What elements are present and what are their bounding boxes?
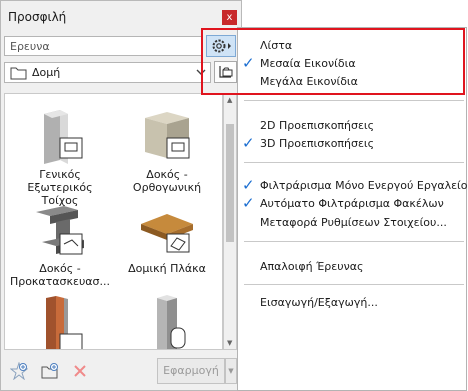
favorite-item[interactable]: Δοκός - Ορθογωνική xyxy=(112,108,222,194)
wall-thumbnail xyxy=(30,294,90,349)
folder-icon xyxy=(10,67,27,80)
favorite-caption: Ορθογωνική xyxy=(132,181,202,194)
options-gear-button[interactable] xyxy=(206,35,236,57)
favorite-item[interactable] xyxy=(112,294,222,349)
favorite-caption: Δομική Πλάκα xyxy=(128,262,206,275)
menu-divider xyxy=(244,241,464,242)
checkmark-icon: ✓ xyxy=(242,134,255,152)
beam-thumbnail xyxy=(137,108,197,166)
palette-titlebar[interactable]: Προσφιλή x xyxy=(1,1,241,31)
menu-divider xyxy=(244,100,464,101)
close-button[interactable]: x xyxy=(222,10,237,25)
checkmark-icon: ✓ xyxy=(242,194,255,212)
folder-tree-button[interactable] xyxy=(214,61,237,83)
search-placeholder: Ερευνα xyxy=(10,40,50,53)
scrollbar-thumb[interactable] xyxy=(226,124,234,242)
favorite-caption: Γενικός Εξωτερικός xyxy=(27,168,93,194)
slab-thumbnail xyxy=(137,202,197,260)
menu-item-large-icons[interactable]: Μεγάλα Εικονίδια xyxy=(260,75,358,88)
favorite-caption: Προκατασκευασ... xyxy=(9,275,111,288)
favorite-caption: Δοκός - xyxy=(146,168,188,181)
new-folder-icon[interactable] xyxy=(41,362,59,380)
favorite-item[interactable]: Δοκός - Προκατασκευασ... xyxy=(5,202,115,288)
favorites-grid: Γενικός Εξωτερικός Τοίχος Δοκός - Ορθογω… xyxy=(4,93,223,350)
precast-beam-thumbnail xyxy=(30,202,90,260)
favorites-palette: Προσφιλή x Ερευνα Δομή Γενικός Εξωτερικό… xyxy=(0,0,242,391)
menu-item-3d-previews[interactable]: 3D Προεπισκοπήσεις xyxy=(260,137,374,150)
search-field[interactable]: Ερευνα xyxy=(4,36,203,56)
menu-item-medium-icons[interactable]: Μεσαία Εικονίδια xyxy=(260,57,356,70)
menu-item-auto-filter-folders[interactable]: Αυτόματο Φιλτράρισμα Φακέλων xyxy=(260,197,444,210)
new-favorite-icon[interactable] xyxy=(10,362,28,380)
favorite-item[interactable]: Γενικός Εξωτερικός Τοίχος xyxy=(5,108,115,207)
folder-dropdown[interactable]: Δομή xyxy=(4,62,211,83)
favorite-item[interactable]: Δομική Πλάκα xyxy=(112,202,222,275)
vertical-scrollbar[interactable]: ▲ ▼ xyxy=(223,93,237,350)
folder-tree-icon xyxy=(219,66,233,78)
column-thumbnail xyxy=(137,294,197,349)
delete-icon[interactable] xyxy=(71,362,89,380)
menu-divider xyxy=(244,162,464,163)
menu-item-list[interactable]: Λίστα xyxy=(260,39,292,52)
folder-label: Δομή xyxy=(32,66,61,79)
menu-item-2d-previews[interactable]: 2D Προεπισκοπήσεις xyxy=(260,119,374,132)
menu-item-transfer-settings[interactable]: Μεταφορά Ρυθμίσεων Στοιχείου... xyxy=(260,216,447,229)
apply-button[interactable]: Εφαρμογή xyxy=(157,358,225,384)
scroll-up-icon[interactable]: ▲ xyxy=(227,96,232,104)
scroll-down-icon[interactable]: ▼ xyxy=(227,339,232,347)
menu-item-filter-active-tool[interactable]: Φιλτράρισμα Μόνο Ενεργού Εργαλείου xyxy=(260,179,468,192)
wall-thumbnail xyxy=(30,108,90,166)
checkmark-icon: ✓ xyxy=(242,54,255,72)
menu-item-clear-search[interactable]: Απαλοιφή Έρευνας xyxy=(260,260,363,273)
chevron-down-icon xyxy=(196,69,206,75)
menu-item-import-export[interactable]: Εισαγωγή/Εξαγωγή... xyxy=(260,296,378,309)
palette-title: Προσφιλή xyxy=(8,10,67,24)
options-menu: Λίστα ✓ Μεσαία Εικονίδια Μεγάλα Εικονίδι… xyxy=(237,27,468,391)
gear-icon xyxy=(212,39,231,53)
checkmark-icon: ✓ xyxy=(242,176,255,194)
menu-divider xyxy=(244,284,464,285)
favorite-item[interactable] xyxy=(5,294,115,349)
favorite-caption: Δοκός - xyxy=(39,262,81,275)
apply-dropdown-button[interactable]: ▼ xyxy=(225,358,237,384)
